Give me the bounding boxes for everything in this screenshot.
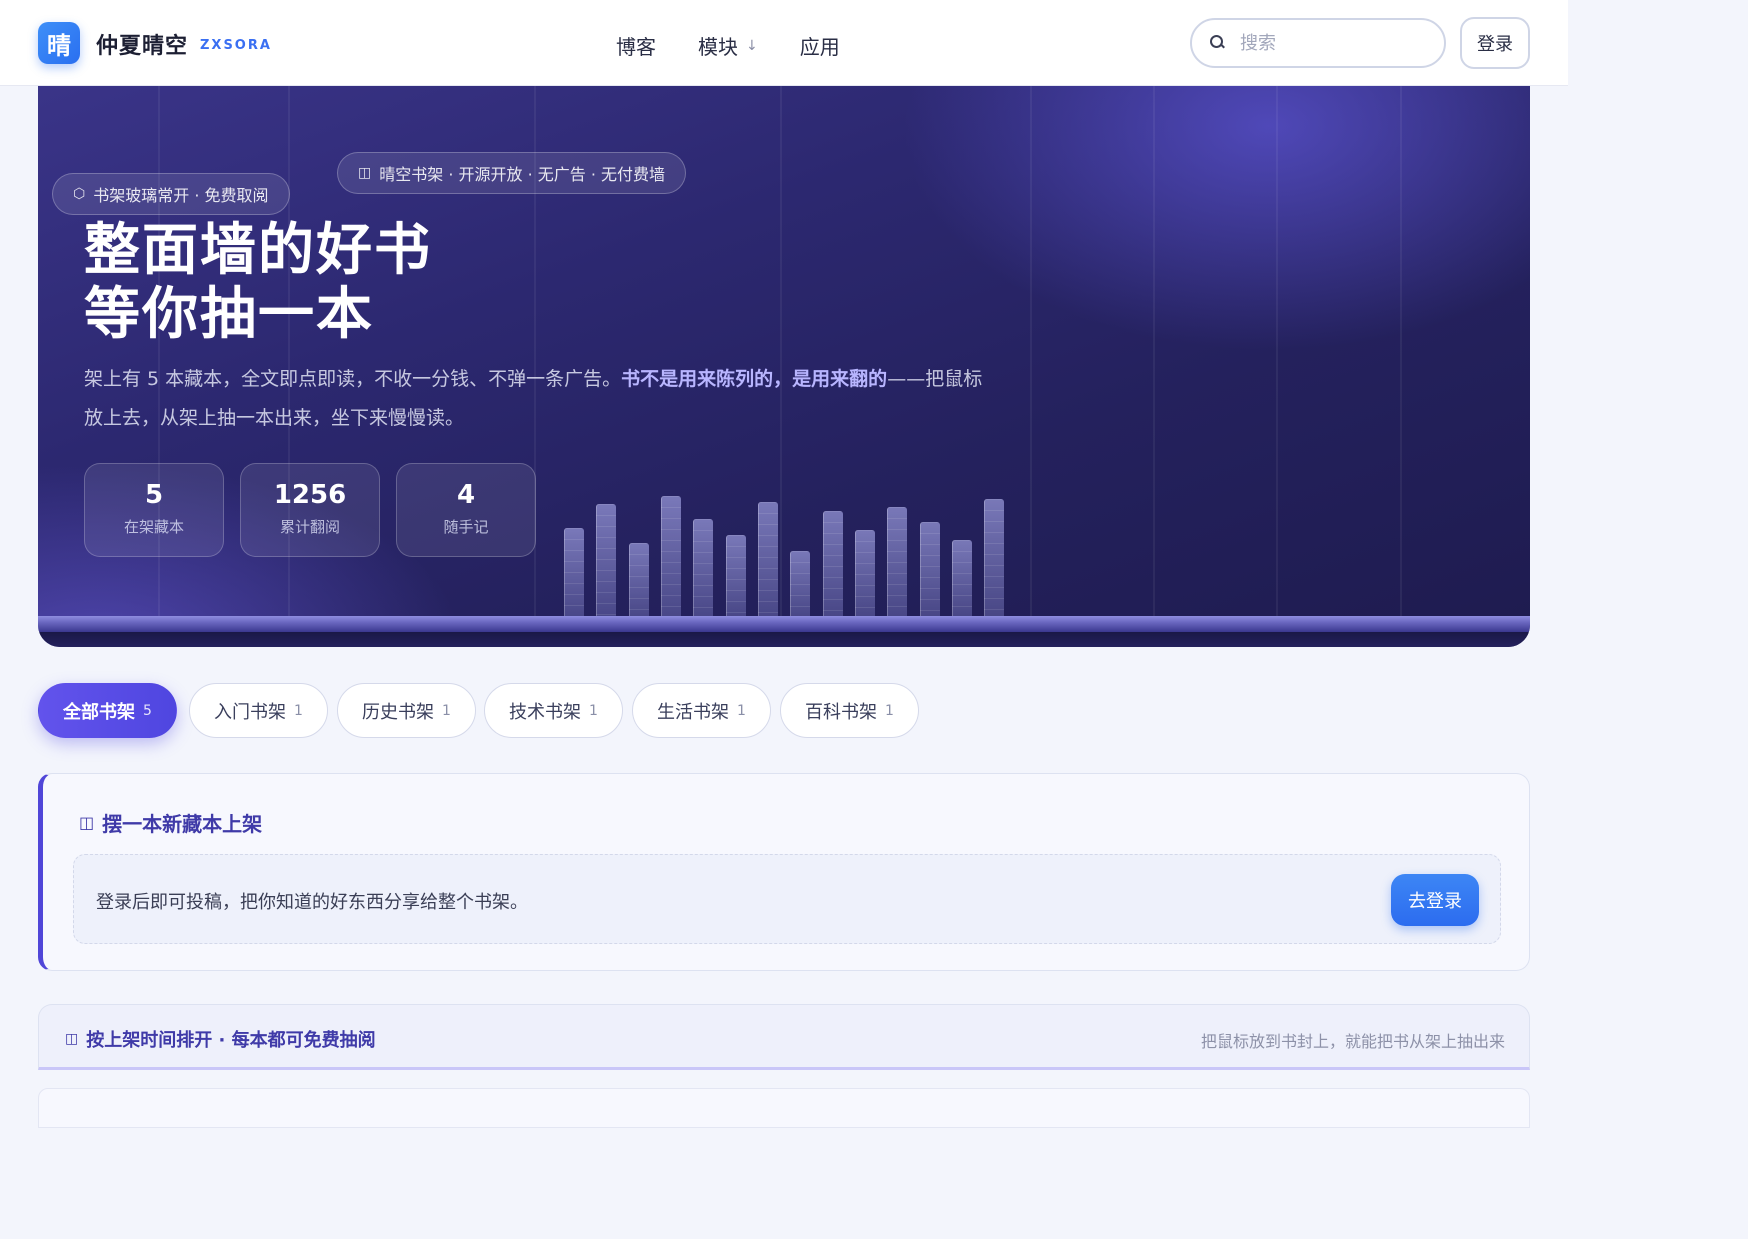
book-list-title: ◫ 按上架时间排开 · 每本都可免费抽阅 [65, 1026, 376, 1052]
open-book-icon: ◫ [79, 813, 95, 832]
book-spine [920, 522, 940, 616]
hero-tag-open-source: ◫ 晴空书架 · 开源开放 · 无广告 · 无付费墙 [337, 152, 687, 194]
search-input[interactable] [1240, 32, 1420, 54]
top-navbar: 晴 仲夏晴空 ZXSORA 博客 模块 ↓ 应用 登录 [0, 0, 1568, 86]
category-label: 技术书架 [509, 701, 581, 723]
category-count: 1 [589, 702, 598, 719]
brand-name[interactable]: 仲夏晴空 [96, 28, 188, 60]
shelf-divider [1030, 86, 1032, 647]
submit-prompt-text: 登录后即可投稿，把你知道的好东西分享给整个书架。 [96, 892, 528, 913]
category-tab-all[interactable]: 全部书架 5 [38, 683, 177, 738]
submit-book-panel: ◫ 摆一本新藏本上架 登录后即可投稿，把你知道的好东西分享给整个书架。 去登录 [38, 773, 1530, 971]
book-list-hint: 把鼠标放到书封上，就能把书从架上抽出来 [1200, 1032, 1505, 1051]
submit-panel-title: ◫ 摆一本新藏本上架 [79, 808, 262, 837]
category-label: 全部书架 [63, 701, 135, 723]
category-tab-tech[interactable]: 技术书架 1 [484, 683, 623, 738]
category-tab-beginner[interactable]: 入门书架 1 [189, 683, 328, 738]
nav-link-blog[interactable]: 博客 [616, 31, 656, 60]
stat-value: 4 [456, 480, 476, 510]
category-label: 百科书架 [805, 701, 877, 723]
category-count: 5 [143, 702, 152, 719]
shelf-divider [1153, 86, 1155, 647]
hero-description: 架上有 5 本藏本，全文即点即读，不收一分钱、不弹一条广告。书不是用来陈列的，是… [84, 360, 984, 438]
stat-card-notes: 4 随手记 [396, 463, 536, 557]
book-spine [758, 502, 778, 616]
category-tab-life[interactable]: 生活书架 1 [632, 683, 771, 738]
book-spine [952, 540, 972, 616]
category-count: 1 [442, 702, 451, 719]
book-spine [855, 530, 875, 616]
go-login-button[interactable]: 去登录 [1391, 874, 1479, 926]
book-spine [564, 528, 584, 616]
category-label: 历史书架 [362, 701, 434, 723]
hero-title-line: 整面墙的好书 [84, 217, 432, 283]
category-count: 1 [294, 702, 303, 719]
book-spine [984, 499, 1004, 616]
hero-title: 整面墙的好书 等你抽一本 [84, 218, 432, 346]
shelf-divider [1276, 86, 1278, 647]
nav-link-label: 博客 [616, 35, 656, 59]
shelf-shadow [38, 632, 1530, 647]
open-book-icon: ◫ [65, 1031, 79, 1047]
stat-card-reads: 1256 累计翻阅 [240, 463, 380, 557]
hero-tag-free-access: ⬡ 书架玻璃常开 · 免费取阅 [52, 173, 290, 215]
nav-link-label: 应用 [799, 35, 840, 59]
hero-desc-text: 架上有 5 本藏本，全文即点即读，不收一分钱、不弹一条广告。 [84, 368, 622, 390]
hero-desc-highlight: 书不是用来陈列的，是用来翻的 [621, 368, 888, 390]
category-count: 1 [737, 702, 746, 719]
stat-label: 随手记 [443, 518, 489, 536]
stat-label: 在架藏本 [123, 518, 184, 536]
category-tab-encyclopedia[interactable]: 百科书架 1 [780, 683, 919, 738]
book-spine [790, 551, 810, 616]
login-button[interactable]: 登录 [1460, 17, 1530, 69]
book-spine [596, 504, 616, 616]
nav-link-apps[interactable]: 应用 [800, 31, 840, 60]
submit-title-text: 摆一本新藏本上架 [102, 812, 263, 836]
stat-value: 1256 [273, 480, 347, 510]
book-list-title-text: 按上架时间排开 · 每本都可免费抽阅 [86, 1030, 376, 1051]
open-book-icon: ◫ [358, 165, 372, 181]
book-list-body [38, 1088, 1530, 1128]
brand-subtitle: ZXSORA [200, 38, 272, 53]
book-list-header: ◫ 按上架时间排开 · 每本都可免费抽阅 把鼠标放到书封上，就能把书从架上抽出来 [38, 1004, 1530, 1070]
nav-link-modules[interactable]: 模块 ↓ [698, 31, 758, 60]
nav-link-label: 模块 [698, 35, 738, 59]
book-spine [629, 543, 649, 616]
book-spine [661, 496, 681, 616]
hero-title-line: 等你抽一本 [84, 281, 374, 347]
book-spine [887, 507, 907, 616]
book-spine [823, 511, 843, 616]
stat-label: 累计翻阅 [279, 518, 340, 536]
book-spine [693, 519, 713, 616]
book-spine [726, 535, 746, 616]
category-label: 入门书架 [214, 701, 286, 723]
category-count: 1 [885, 702, 894, 719]
cube-icon: ⬡ [73, 186, 86, 202]
hero-banner: ⬡ 书架玻璃常开 · 免费取阅 ◫ 晴空书架 · 开源开放 · 无广告 · 无付… [38, 86, 1530, 647]
main-nav: 博客 模块 ↓ 应用 [616, 31, 882, 60]
shelf-divider [1400, 86, 1402, 647]
stat-value: 5 [144, 480, 164, 510]
shelf-plank [38, 616, 1530, 632]
logo-badge[interactable]: 晴 [38, 22, 80, 64]
hero-tag-text: 书架玻璃常开 · 免费取阅 [93, 186, 269, 205]
category-tab-history[interactable]: 历史书架 1 [337, 683, 476, 738]
search-icon [1210, 35, 1226, 51]
arrow-down-icon: ↓ [746, 37, 758, 54]
stat-card-books: 5 在架藏本 [84, 463, 224, 557]
category-label: 生活书架 [657, 701, 729, 723]
hero-tag-text: 晴空书架 · 开源开放 · 无广告 · 无付费墙 [379, 165, 666, 184]
submit-login-prompt: 登录后即可投稿，把你知道的好东西分享给整个书架。 去登录 [73, 854, 1501, 944]
search-box[interactable] [1190, 18, 1446, 68]
